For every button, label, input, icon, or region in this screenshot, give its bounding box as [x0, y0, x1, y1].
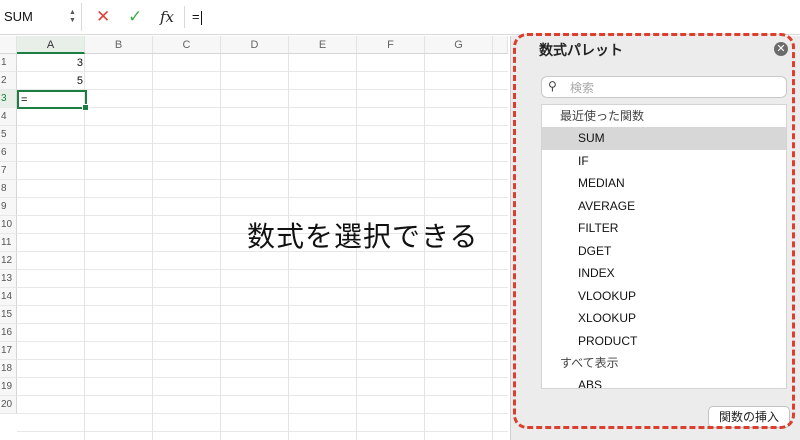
row-header[interactable]: 4	[0, 108, 17, 126]
function-item[interactable]: AVERAGE	[542, 195, 786, 218]
column-header-a[interactable]: A	[17, 36, 85, 54]
insert-function-button[interactable]: 関数の挿入	[707, 406, 790, 428]
search-input[interactable]	[568, 79, 772, 97]
function-item[interactable]: SUM	[542, 127, 786, 150]
row-header[interactable]: 18	[0, 360, 17, 378]
active-cell-a3[interactable]: =	[17, 90, 89, 111]
column-header-c[interactable]: C	[153, 36, 221, 54]
cell-a2[interactable]: 5	[17, 72, 83, 90]
name-box-value: SUM	[4, 9, 33, 24]
row-header[interactable]: 6	[0, 144, 17, 162]
formula-bar: SUM ▲ ▼ ✕ ✓ fx =	[0, 0, 800, 35]
function-item[interactable]: ABS	[542, 374, 786, 388]
row-header[interactable]: 8	[0, 180, 17, 198]
cell-a3-value: =	[21, 94, 28, 106]
cancel-icon[interactable]: ✕	[96, 7, 110, 27]
column-header-d[interactable]: D	[221, 36, 289, 54]
search-icon: ⚲	[548, 79, 557, 93]
palette-title: 数式パレット	[539, 42, 623, 58]
fill-handle[interactable]	[82, 104, 89, 111]
row-header[interactable]: 17	[0, 342, 17, 360]
insert-function-button[interactable]: fx	[160, 7, 174, 27]
function-item[interactable]: MEDIAN	[542, 172, 786, 195]
formula-palette: 数式パレット ✕ ⚲ 最近使った関数 SUM IF MEDIAN AVERAGE…	[510, 36, 800, 440]
row-header[interactable]: 12	[0, 252, 17, 270]
row-header[interactable]: 11	[0, 234, 17, 252]
annotation-text: 数式を選択できる	[247, 220, 479, 253]
row-header[interactable]: 14	[0, 288, 17, 306]
group-header-recent: 最近使った関数	[560, 109, 645, 123]
row-header[interactable]: 1	[0, 54, 17, 72]
row-header[interactable]: 5	[0, 126, 17, 144]
row-header[interactable]: 20	[0, 396, 17, 414]
formula-input[interactable]: =	[192, 9, 202, 25]
row-header[interactable]: 2	[0, 72, 17, 90]
function-list[interactable]: 最近使った関数 SUM IF MEDIAN AVERAGE FILTER DGE…	[541, 104, 787, 389]
select-all-corner[interactable]	[0, 36, 17, 54]
function-item[interactable]: DGET	[542, 240, 786, 263]
function-item[interactable]: PRODUCT	[542, 330, 786, 353]
row-header[interactable]: 16	[0, 324, 17, 342]
row-header[interactable]: 7	[0, 162, 17, 180]
row-header[interactable]: 15	[0, 306, 17, 324]
column-header-e[interactable]: E	[289, 36, 357, 54]
name-box-stepper-icon[interactable]: ▲ ▼	[69, 9, 77, 25]
function-item[interactable]: INDEX	[542, 262, 786, 285]
column-header-h[interactable]	[493, 36, 508, 54]
function-item[interactable]: IF	[542, 150, 786, 173]
confirm-icon[interactable]: ✓	[128, 7, 142, 27]
text-caret	[200, 10, 202, 25]
row-header[interactable]: 13	[0, 270, 17, 288]
column-header-b[interactable]: B	[85, 36, 153, 54]
formula-input-value: =	[192, 9, 200, 24]
function-item[interactable]: XLOOKUP	[542, 307, 786, 330]
function-item[interactable]: FILTER	[542, 217, 786, 240]
row-header[interactable]: 9	[0, 198, 17, 216]
palette-search[interactable]: ⚲	[541, 76, 787, 98]
function-item[interactable]: VLOOKUP	[542, 285, 786, 308]
formula-bar-divider	[184, 6, 185, 28]
column-header-f[interactable]: F	[357, 36, 425, 54]
cell-a1[interactable]: 3	[17, 54, 83, 72]
close-icon[interactable]: ✕	[774, 42, 788, 56]
row-header[interactable]: 19	[0, 378, 17, 396]
group-header-all[interactable]: すべて表示	[542, 352, 786, 374]
column-header-g[interactable]: G	[425, 36, 493, 54]
name-box[interactable]: SUM ▲ ▼	[0, 3, 82, 31]
row-header[interactable]: 10	[0, 216, 17, 234]
row-header[interactable]: 3	[0, 90, 17, 108]
